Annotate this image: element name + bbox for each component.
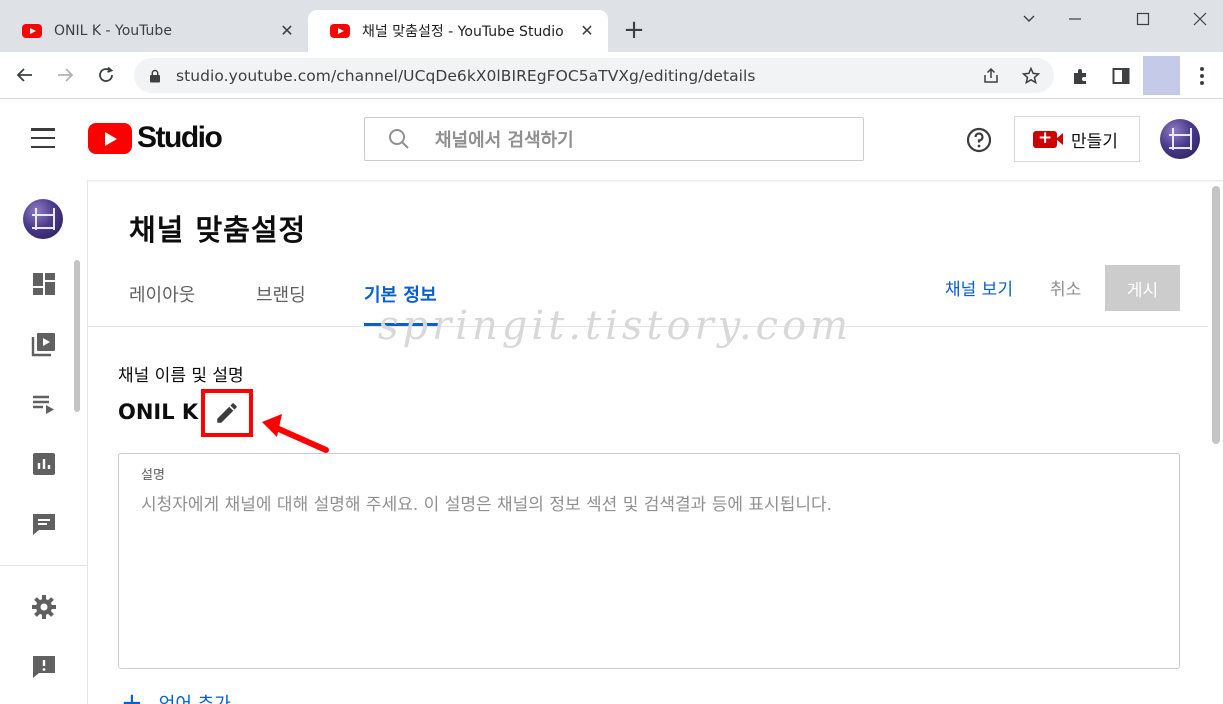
view-channel-button[interactable]: 채널 보기 bbox=[945, 275, 1013, 300]
cancel-button[interactable]: 취소 bbox=[1050, 275, 1081, 300]
youtube-favicon-icon bbox=[22, 24, 42, 38]
feedback-icon[interactable] bbox=[31, 654, 57, 680]
browser-toolbar: studio.youtube.com/channel/UCqDe6kX0lBIR… bbox=[0, 52, 1223, 99]
add-language-button[interactable]: + 언어 추가 bbox=[121, 690, 231, 704]
bookmark-star-icon[interactable] bbox=[1021, 66, 1041, 86]
logo-text: Studio bbox=[137, 121, 223, 154]
playlists-icon[interactable] bbox=[31, 391, 57, 417]
close-tab-icon[interactable]: ✕ bbox=[578, 22, 596, 40]
reload-icon[interactable] bbox=[92, 61, 120, 89]
plus-icon: + bbox=[121, 688, 143, 704]
new-tab-button[interactable]: + bbox=[620, 17, 648, 45]
browser-menu-icon[interactable] bbox=[1192, 65, 1212, 87]
browser-tab-strip: ONIL K - YouTube ✕ 채널 맞춤설정 - YouTube Stu… bbox=[0, 0, 1223, 52]
lock-icon bbox=[150, 69, 160, 82]
settings-icon[interactable] bbox=[31, 594, 57, 620]
back-arrow-icon[interactable] bbox=[11, 61, 39, 89]
account-avatar[interactable] bbox=[1160, 119, 1200, 159]
help-icon[interactable] bbox=[966, 127, 992, 153]
tab-search-chevron-icon[interactable] bbox=[1006, 6, 1052, 32]
search-placeholder: 채널에서 검색하기 bbox=[435, 130, 574, 151]
minimize-icon[interactable] bbox=[1052, 6, 1098, 32]
edit-name-button[interactable] bbox=[201, 389, 253, 437]
rail-divider bbox=[0, 565, 88, 566]
browser-tab-youtube[interactable]: ONIL K - YouTube ✕ bbox=[0, 10, 308, 52]
section-heading: 채널 이름 및 설명 bbox=[118, 366, 244, 386]
channel-search-input[interactable]: 채널에서 검색하기 bbox=[364, 117, 864, 161]
youtube-studio-logo[interactable]: Studio bbox=[88, 121, 223, 155]
page-title: 채널 맞춤설정 bbox=[129, 213, 307, 247]
description-textarea[interactable]: 설명 시청자에게 채널에 대해 설명해 주세요. 이 설명은 채널의 정보 섹션… bbox=[118, 453, 1180, 669]
watermark-text: springit.tistory.com bbox=[378, 303, 853, 349]
browser-tab-title: 채널 맞춤설정 - YouTube Studio bbox=[362, 24, 564, 40]
pencil-icon bbox=[217, 403, 237, 423]
youtube-logo-icon bbox=[88, 122, 132, 154]
close-window-icon[interactable] bbox=[1177, 6, 1223, 32]
menu-hamburger-icon[interactable] bbox=[31, 128, 55, 148]
create-button[interactable]: 만들기 bbox=[1014, 116, 1140, 162]
browser-tab-title: ONIL K - YouTube bbox=[54, 23, 172, 39]
description-label: 설명 bbox=[141, 468, 165, 483]
url-text: studio.youtube.com/channel/UCqDe6kX0lBIR… bbox=[176, 66, 756, 85]
annotation-arrow-icon bbox=[262, 414, 329, 453]
left-nav-rail bbox=[0, 180, 88, 704]
studio-header: Studio 채널에서 검색하기 만들기 bbox=[0, 99, 1223, 180]
comments-icon[interactable] bbox=[31, 511, 57, 537]
rail-scrollbar[interactable] bbox=[74, 260, 80, 412]
dashboard-icon[interactable] bbox=[31, 271, 57, 297]
create-video-icon bbox=[1033, 128, 1063, 148]
add-language-label: 언어 추가 bbox=[159, 690, 231, 704]
close-tab-icon[interactable]: ✕ bbox=[278, 22, 296, 40]
description-placeholder: 시청자에게 채널에 대해 설명해 주세요. 이 설명은 채널의 정보 섹션 및 … bbox=[141, 495, 833, 515]
browser-profile-button[interactable] bbox=[1143, 56, 1180, 95]
tab-branding[interactable]: 브랜딩 bbox=[256, 281, 306, 307]
create-button-label: 만들기 bbox=[1071, 131, 1118, 152]
analytics-icon[interactable] bbox=[31, 451, 57, 477]
content-icon[interactable] bbox=[31, 331, 57, 357]
extensions-puzzle-icon[interactable] bbox=[1071, 66, 1091, 86]
address-bar[interactable]: studio.youtube.com/channel/UCqDe6kX0lBIR… bbox=[134, 58, 1054, 93]
tab-layout[interactable]: 레이아웃 bbox=[129, 281, 195, 307]
publish-button[interactable]: 게시 bbox=[1105, 265, 1180, 311]
share-icon[interactable] bbox=[981, 66, 1001, 86]
youtube-favicon-icon bbox=[330, 24, 350, 38]
side-panel-icon[interactable] bbox=[1111, 66, 1131, 86]
forward-arrow-icon[interactable] bbox=[51, 61, 79, 89]
channel-avatar[interactable] bbox=[23, 199, 63, 239]
browser-tab-studio[interactable]: 채널 맞춤설정 - YouTube Studio ✕ bbox=[308, 10, 608, 52]
maximize-icon[interactable] bbox=[1120, 6, 1166, 32]
channel-name: ONIL K bbox=[118, 400, 199, 424]
search-icon bbox=[389, 129, 409, 149]
page-scrollbar[interactable] bbox=[1212, 186, 1220, 444]
